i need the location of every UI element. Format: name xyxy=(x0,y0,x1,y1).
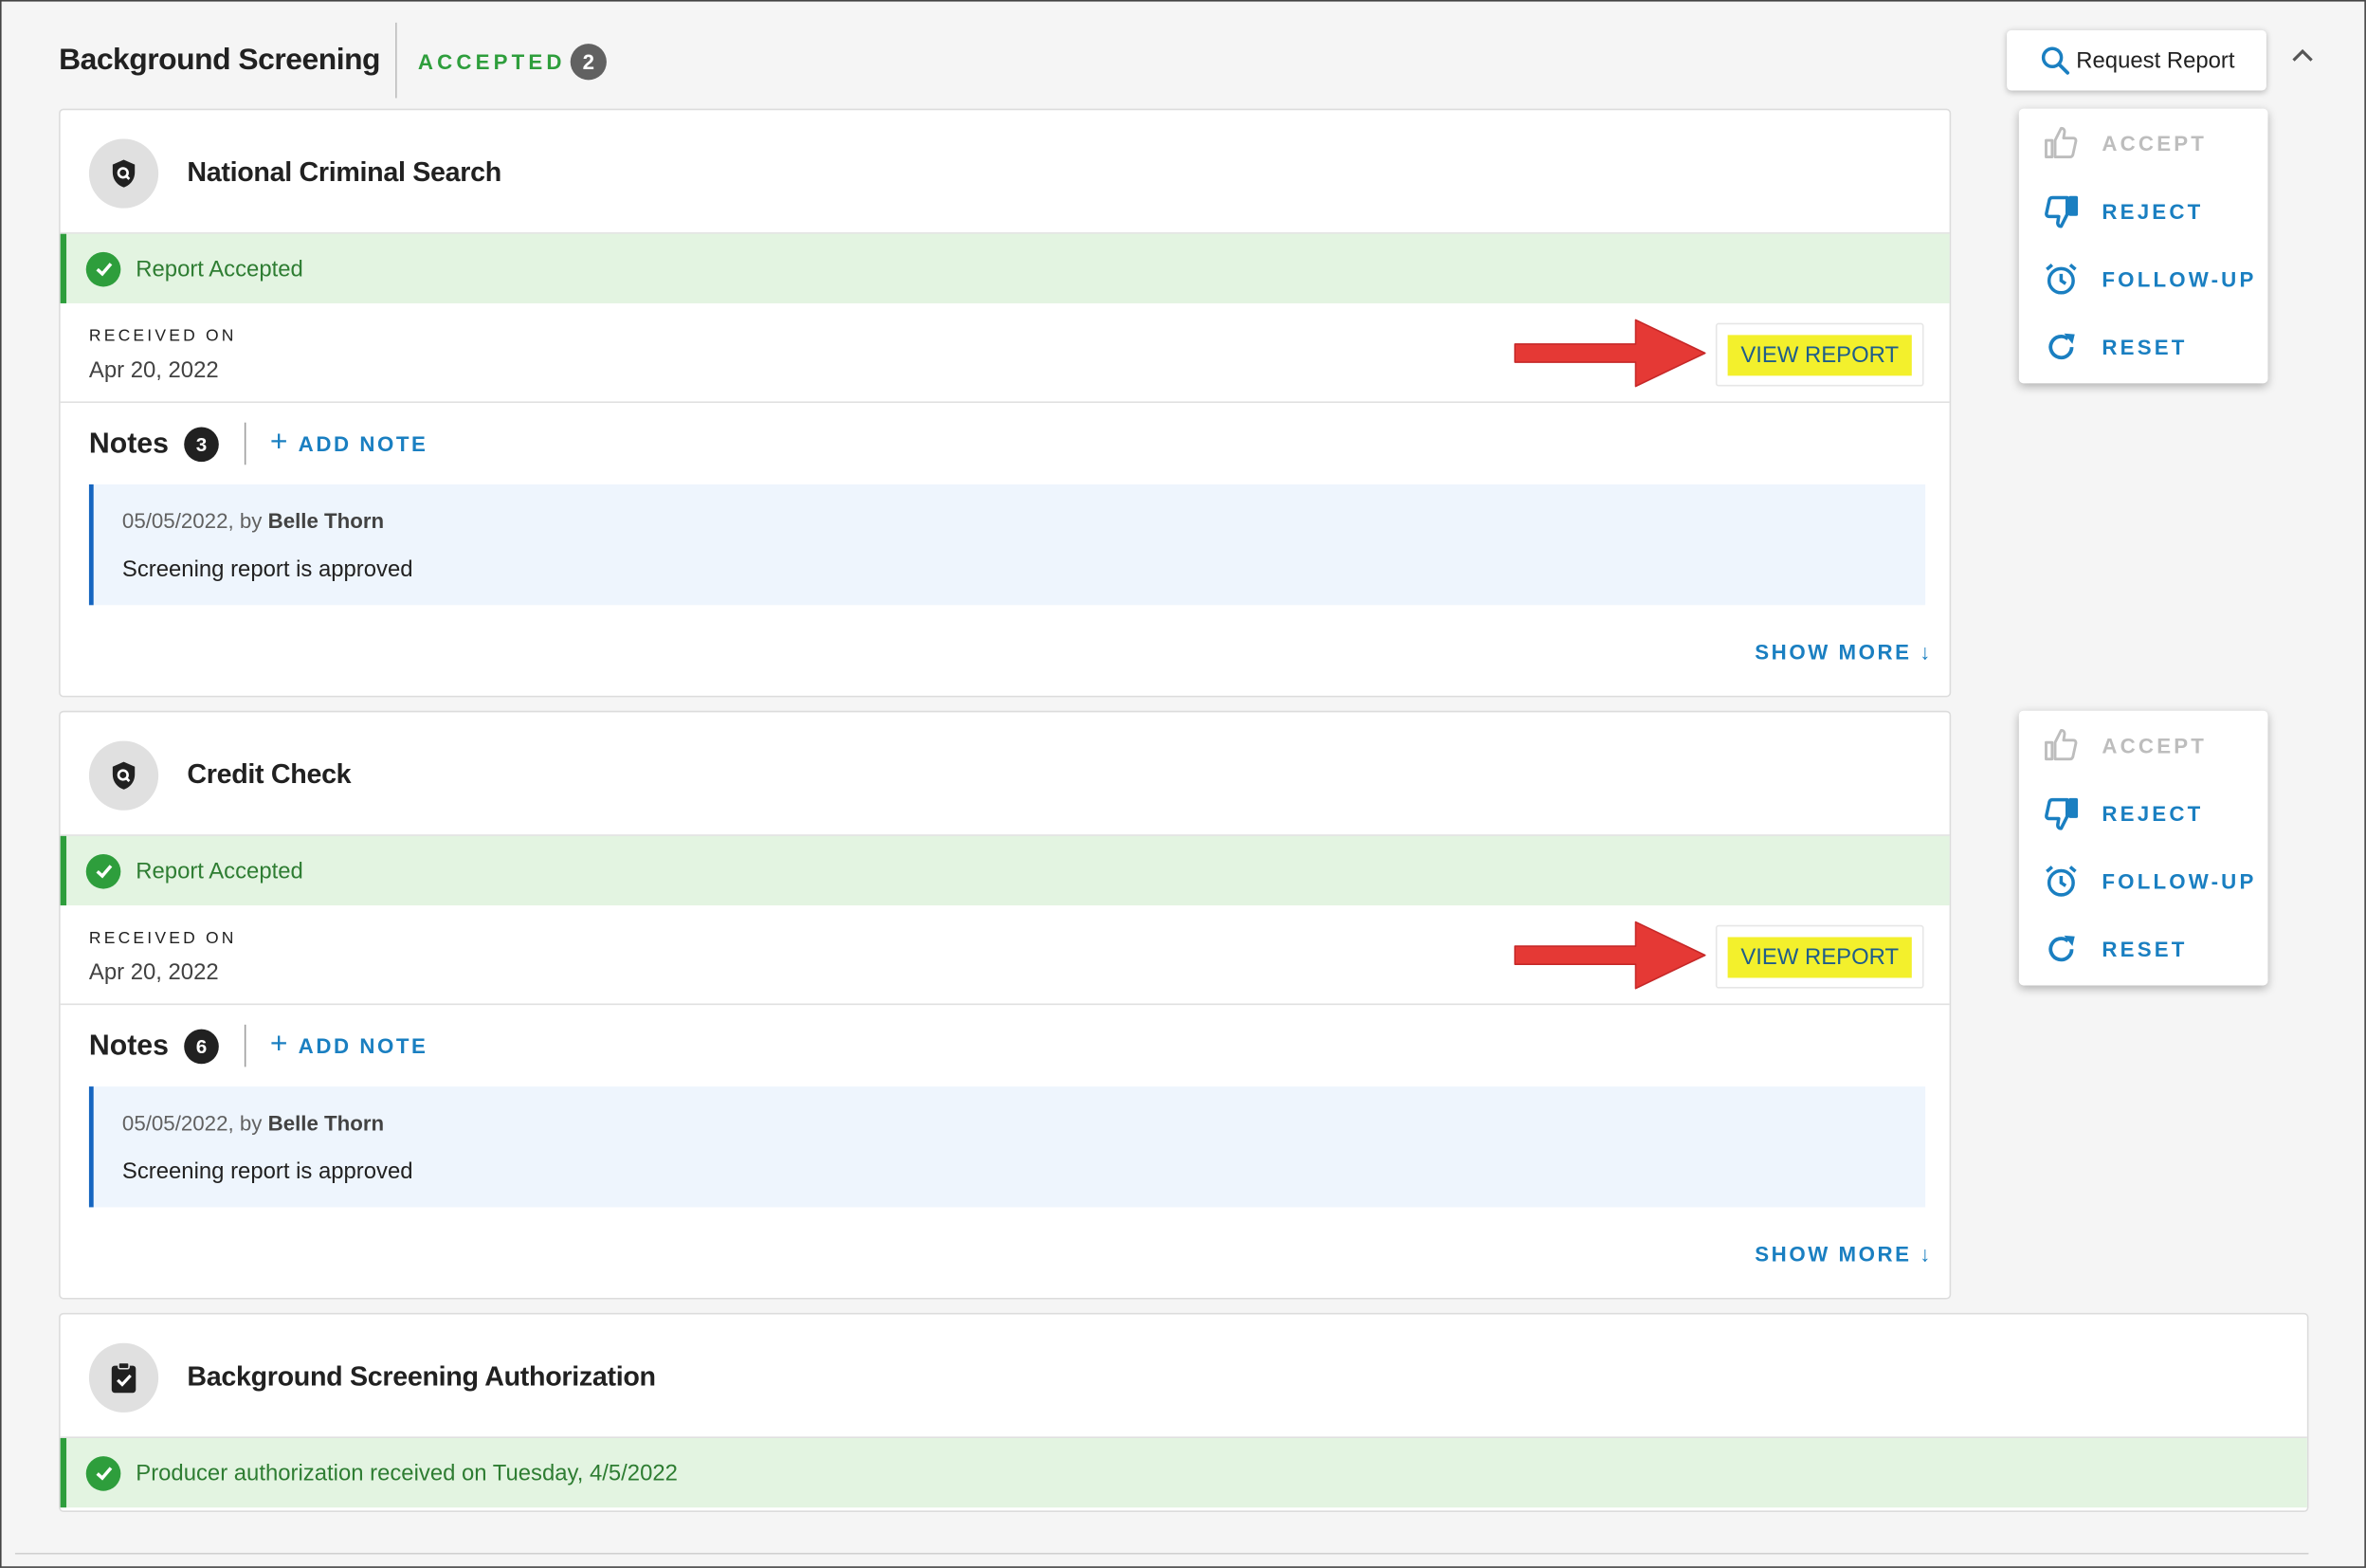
authorization-card: Background Screening Authorization Produ… xyxy=(59,1312,2309,1512)
show-more-link[interactable]: SHOW MORE ↓ xyxy=(1755,1242,1933,1266)
card-title: Background Screening Authorization xyxy=(187,1360,656,1392)
notes-divider xyxy=(244,422,246,465)
reset-label: RESET xyxy=(2102,335,2188,359)
accept-action[interactable]: ACCEPT xyxy=(2019,113,2268,173)
refresh-icon xyxy=(2048,333,2075,360)
view-report-button[interactable]: VIEW REPORT xyxy=(1715,924,1924,989)
notes-label: Notes xyxy=(88,1030,169,1063)
reset-action[interactable]: RESET xyxy=(2019,919,2268,979)
received-on-label: RECEIVED ON xyxy=(88,929,237,948)
note-item: 05/05/2022, by Belle Thorn Screening rep… xyxy=(88,483,1926,606)
report-card-credit-check: Credit Check Report Accepted RECEIVED ON… xyxy=(59,710,1952,1300)
note-meta: 05/05/2022, by Belle Thorn xyxy=(122,508,384,532)
followup-label: FOLLOW-UP xyxy=(2102,868,2257,894)
status-banner: Report Accepted xyxy=(60,233,1950,303)
thumbs-up-icon xyxy=(2045,728,2078,761)
check-circle-icon xyxy=(85,251,121,286)
followup-label: FOLLOW-UP xyxy=(2102,266,2257,292)
notes-label: Notes xyxy=(88,428,169,461)
add-note-button[interactable]: + ADD NOTE xyxy=(270,1028,428,1063)
chevron-up-icon[interactable] xyxy=(2289,46,2317,66)
note-text: Screening report is approved xyxy=(121,556,413,583)
reject-action[interactable]: REJECT xyxy=(2019,783,2268,844)
shield-search-icon xyxy=(88,138,159,209)
note-text: Screening report is approved xyxy=(121,1158,413,1185)
view-report-label: VIEW REPORT xyxy=(1727,936,1913,977)
action-menu: ACCEPT REJECT FOLLOW-UP RESET xyxy=(2018,108,2268,384)
plus-icon: + xyxy=(269,1028,288,1062)
show-more-link[interactable]: SHOW MORE ↓ xyxy=(1755,640,1933,664)
add-note-label: ADD NOTE xyxy=(298,430,428,455)
divider xyxy=(60,1003,1950,1006)
reset-action[interactable]: RESET xyxy=(2019,317,2268,377)
alarm-clock-icon xyxy=(2046,264,2077,295)
note-date: 05/05/2022, by xyxy=(121,1110,263,1136)
received-date: Apr 20, 2022 xyxy=(88,959,219,986)
search-icon xyxy=(2041,46,2070,75)
shield-search-icon xyxy=(88,740,159,811)
notes-count-badge: 3 xyxy=(184,427,219,463)
check-circle-icon xyxy=(85,853,121,888)
status-text: Producer authorization received on Tuesd… xyxy=(136,1460,678,1486)
status-label: ACCEPTED xyxy=(417,49,566,74)
refresh-icon xyxy=(2048,935,2075,962)
followup-action[interactable]: FOLLOW-UP xyxy=(2019,249,2268,310)
screening-panel: Background Screening ACCEPTED 2 Request … xyxy=(0,0,2366,1568)
panel-bottom-divider xyxy=(14,1552,2309,1555)
note-author: Belle Thorn xyxy=(267,1110,385,1136)
thumbs-up-icon xyxy=(2045,126,2078,158)
card-title: Credit Check xyxy=(187,758,352,790)
page-title: Background Screening xyxy=(59,44,381,78)
thumbs-down-icon xyxy=(2045,797,2079,830)
report-card-national-criminal: National Criminal Search Report Accepted… xyxy=(59,108,1952,698)
accept-action[interactable]: ACCEPT xyxy=(2019,716,2268,776)
status-banner: Report Accepted xyxy=(60,835,1950,906)
accept-label: ACCEPT xyxy=(2102,733,2208,758)
view-report-button[interactable]: VIEW REPORT xyxy=(1715,322,1924,387)
divider xyxy=(60,401,1950,404)
reject-label: REJECT xyxy=(2102,199,2204,224)
status-banner: Producer authorization received on Tuesd… xyxy=(60,1437,2307,1508)
status-text: Report Accepted xyxy=(136,857,303,884)
clipboard-check-icon xyxy=(88,1342,159,1413)
check-circle-icon xyxy=(85,1455,121,1490)
card-title: National Criminal Search xyxy=(187,156,501,188)
note-date: 05/05/2022, by xyxy=(121,508,263,533)
request-report-button[interactable]: Request Report xyxy=(2007,29,2266,91)
thumbs-down-icon xyxy=(2045,195,2079,228)
plus-icon: + xyxy=(269,425,288,459)
add-note-label: ADD NOTE xyxy=(298,1032,428,1058)
add-note-button[interactable]: + ADD NOTE xyxy=(270,426,428,461)
status-text: Report Accepted xyxy=(136,255,303,282)
note-meta: 05/05/2022, by Belle Thorn xyxy=(122,1111,384,1135)
request-report-label: Request Report xyxy=(2076,47,2235,74)
header-divider xyxy=(395,22,397,99)
reject-action[interactable]: REJECT xyxy=(2019,181,2268,242)
note-author: Belle Thorn xyxy=(267,508,385,533)
reject-label: REJECT xyxy=(2102,801,2204,826)
notes-divider xyxy=(244,1024,246,1067)
note-item: 05/05/2022, by Belle Thorn Screening rep… xyxy=(88,1086,1926,1208)
accept-label: ACCEPT xyxy=(2102,131,2208,155)
notes-count-badge: 6 xyxy=(184,1029,219,1065)
reset-label: RESET xyxy=(2102,937,2188,961)
accepted-count-badge: 2 xyxy=(570,44,607,81)
followup-action[interactable]: FOLLOW-UP xyxy=(2019,851,2268,912)
received-on-label: RECEIVED ON xyxy=(88,327,237,346)
alarm-clock-icon xyxy=(2046,866,2077,897)
action-menu: ACCEPT REJECT FOLLOW-UP RESET xyxy=(2018,710,2268,986)
view-report-label: VIEW REPORT xyxy=(1727,334,1913,375)
received-date: Apr 20, 2022 xyxy=(88,357,219,384)
